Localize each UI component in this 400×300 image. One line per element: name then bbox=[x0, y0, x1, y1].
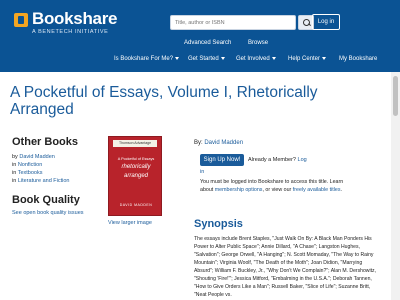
list-item: in Literature and Fiction bbox=[12, 177, 69, 185]
nav-label: Is Bookshare For Me? bbox=[114, 56, 174, 62]
nav-item-get-started[interactable]: Get Started bbox=[188, 56, 225, 62]
access-notice: You must be logged into Bookshare to acc… bbox=[200, 178, 350, 194]
scrollbar-thumb[interactable] bbox=[393, 76, 398, 116]
list-prefix: in bbox=[12, 178, 17, 184]
nav-label: My Bookshare bbox=[339, 56, 378, 62]
byline-prefix: By: bbox=[194, 140, 203, 146]
member-prompt: Already a Member? Log bbox=[248, 157, 307, 163]
other-books-heading: Other Books bbox=[12, 136, 79, 148]
membership-options-link[interactable]: membership options bbox=[215, 187, 263, 193]
other-books-author-link[interactable]: David Madden bbox=[19, 154, 54, 160]
free-titles-link[interactable]: freely available titles bbox=[293, 187, 341, 193]
other-books-list: by David Madden in Nonfiction in Textboo… bbox=[12, 153, 69, 185]
log-in-link[interactable]: Log bbox=[298, 157, 307, 163]
synopsis-heading: Synopsis bbox=[194, 218, 243, 230]
access-text: , or view our bbox=[262, 187, 292, 193]
nav-label: Get Started bbox=[188, 56, 219, 62]
log-in-link-continued[interactable]: in bbox=[200, 169, 204, 175]
chevron-down-icon bbox=[175, 56, 180, 60]
author-link[interactable]: David Madden bbox=[204, 140, 243, 146]
search-input[interactable] bbox=[170, 15, 296, 30]
list-item: by David Madden bbox=[12, 153, 69, 161]
other-books-literature-link[interactable]: Literature and Fiction bbox=[18, 178, 70, 184]
other-books-nonfiction-link[interactable]: Nonfiction bbox=[18, 162, 42, 168]
book-quality-link[interactable]: See open book quality issues bbox=[12, 210, 84, 216]
advanced-search-link[interactable]: Advanced Search bbox=[184, 40, 231, 46]
view-larger-image-link[interactable]: View larger image bbox=[108, 220, 152, 226]
nav-label: Get Involved bbox=[236, 56, 270, 62]
browse-link[interactable]: Browse bbox=[248, 40, 268, 46]
nav-item-my-bookshare[interactable]: My Bookshare bbox=[339, 56, 377, 62]
list-item: in Textbooks bbox=[12, 169, 69, 177]
header-sub-links: Advanced Search Browse bbox=[184, 40, 283, 46]
cover-top-label: Thomson Advantage bbox=[113, 140, 157, 147]
logo-text: Bookshare bbox=[32, 9, 118, 28]
other-books-textbooks-link[interactable]: Textbooks bbox=[18, 170, 43, 176]
main-nav: Is Bookshare For Me? Get Started Get Inv… bbox=[0, 56, 400, 68]
list-prefix: in bbox=[12, 170, 17, 176]
book-quality-heading: Book Quality bbox=[12, 194, 80, 206]
cover-author: DAVID MADDEN bbox=[119, 203, 153, 207]
nav-item-get-involved[interactable]: Get Involved bbox=[236, 56, 276, 62]
list-item: in Nonfiction bbox=[12, 161, 69, 169]
cover-title-line: rhetorically bbox=[121, 164, 151, 170]
chevron-down-icon bbox=[322, 56, 327, 60]
chevron-down-icon bbox=[220, 56, 225, 60]
vertical-scrollbar[interactable] bbox=[391, 72, 400, 300]
author-byline: By: David Madden bbox=[194, 140, 243, 146]
member-text: Already a Member? bbox=[248, 157, 296, 163]
list-prefix: by bbox=[12, 154, 18, 160]
synopsis-text: The essays include Brent Staples, "Just … bbox=[194, 236, 376, 298]
access-text: . bbox=[340, 187, 342, 193]
logo-subtitle: A BENETECH INITIATIVE bbox=[32, 29, 109, 35]
nav-label: Help Center bbox=[288, 56, 321, 62]
list-prefix: in bbox=[12, 162, 17, 168]
nav-item-is-bookshare-for-me[interactable]: Is Bookshare For Me? bbox=[114, 56, 180, 62]
cover-title-line: A Pocketful of Essays bbox=[117, 157, 155, 161]
sign-up-button[interactable]: Sign Up Now! bbox=[200, 154, 244, 166]
site-header: Bookshare A BENETECH INITIATIVE Log in A… bbox=[0, 0, 400, 72]
page-title: A Pocketful of Essays, Volume I, Rhetori… bbox=[10, 84, 318, 118]
cover-title-line: arranged bbox=[123, 173, 149, 179]
bookshare-logo-icon bbox=[14, 13, 28, 27]
chevron-down-icon bbox=[271, 56, 276, 60]
nav-item-help-center[interactable]: Help Center bbox=[288, 56, 327, 62]
login-button[interactable]: Log in bbox=[312, 14, 340, 30]
book-cover-image[interactable]: Thomson Advantage A Pocketful of Essays … bbox=[108, 136, 162, 216]
